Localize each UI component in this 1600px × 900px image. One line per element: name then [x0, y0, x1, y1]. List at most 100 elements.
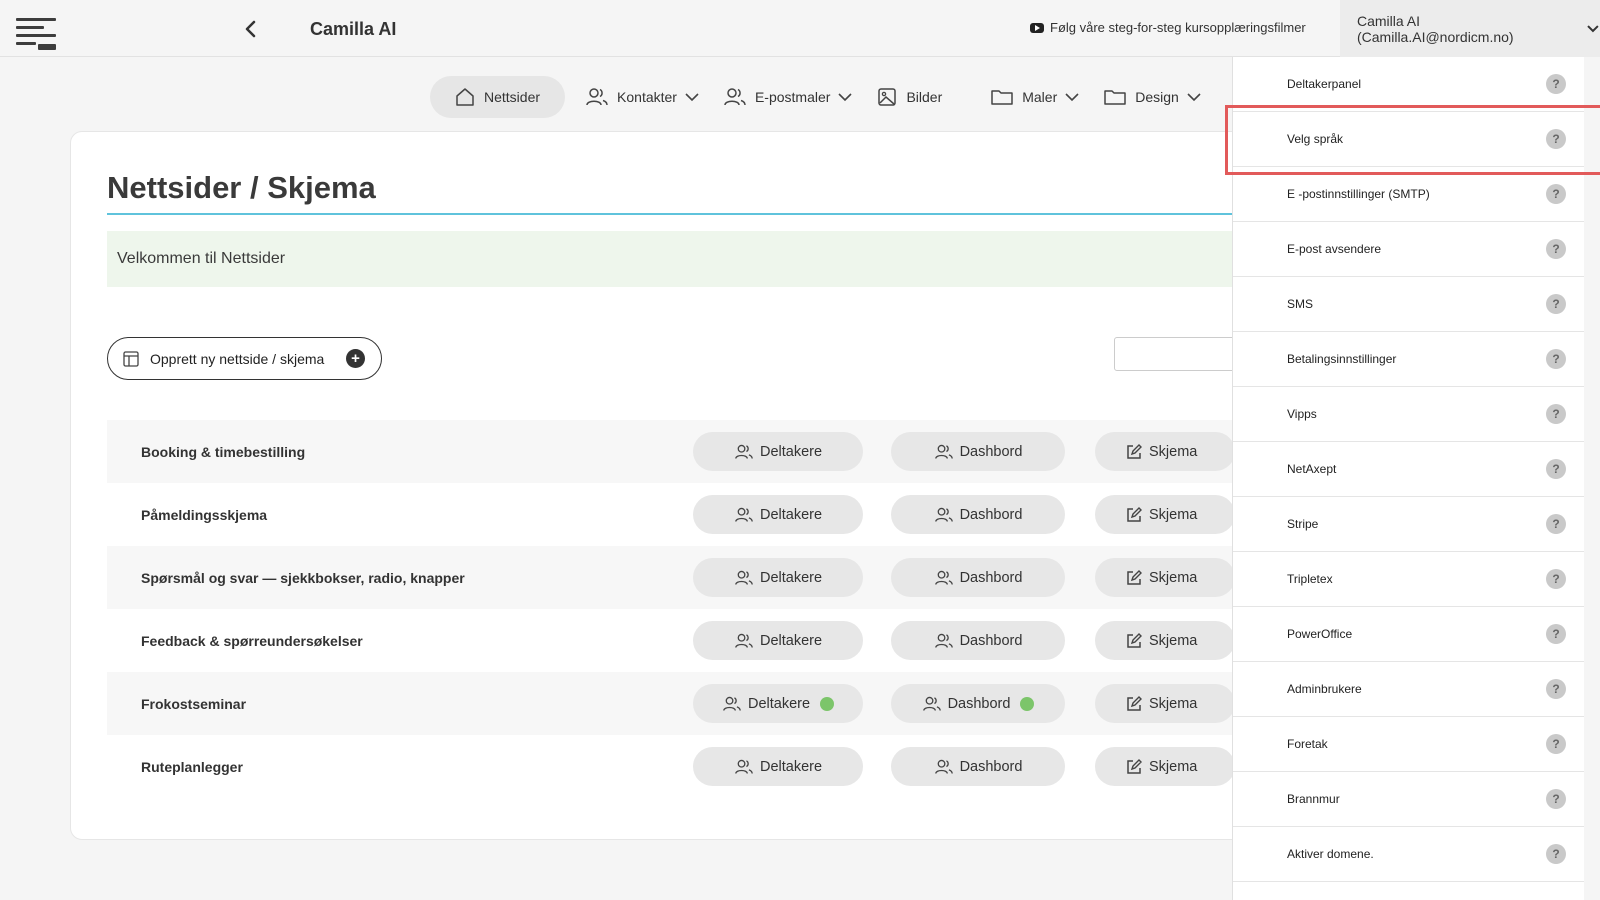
menu-item-label: NetAxept	[1287, 462, 1337, 476]
users-icon	[934, 633, 953, 648]
table-row: Feedback & spørreundersøkelser Deltakere…	[107, 609, 1271, 672]
dashbord-button[interactable]: Dashbord	[891, 621, 1065, 660]
help-icon[interactable]: ?	[1546, 569, 1566, 589]
menu-item-deltakerpanel[interactable]: Deltakerpanel?	[1233, 57, 1584, 112]
nav-nettsider[interactable]: Nettsider	[430, 76, 566, 118]
nav-label: Bilder	[906, 89, 943, 105]
skjema-button[interactable]: Skjema	[1095, 747, 1235, 786]
help-icon[interactable]: ?	[1546, 184, 1566, 204]
menu-item-label: Vipps	[1287, 407, 1317, 421]
menu-item-brannmur[interactable]: Brannmur?	[1233, 772, 1584, 827]
help-icon[interactable]: ?	[1546, 514, 1566, 534]
row-name: Spørsmål og svar — sjekkbokser, radio, k…	[141, 569, 465, 586]
menu-icon[interactable]	[16, 16, 58, 52]
deltakere-button[interactable]: Deltakere	[693, 621, 863, 660]
row-name: Ruteplanlegger	[141, 758, 243, 775]
deltakere-button[interactable]: Deltakere	[693, 684, 863, 723]
help-icon[interactable]: ?	[1546, 294, 1566, 314]
users-icon	[735, 570, 753, 585]
menu-item-smtp[interactable]: E -postinnstillinger (SMTP)?	[1233, 167, 1584, 222]
users-icon	[934, 507, 953, 522]
tutorial-link[interactable]: Følg våre steg-for-steg kursopplæringsfi…	[1030, 20, 1306, 35]
menu-item-netaxept[interactable]: NetAxept?	[1233, 442, 1584, 497]
skjema-button[interactable]: Skjema	[1095, 684, 1235, 723]
help-icon[interactable]: ?	[1546, 349, 1566, 369]
pill-label: Dashbord	[959, 632, 1023, 649]
dashbord-button[interactable]: Dashbord	[891, 432, 1065, 471]
help-icon[interactable]: ?	[1546, 459, 1566, 479]
menu-item-betalingsinnstillinger[interactable]: Betalingsinnstillinger?	[1233, 332, 1584, 387]
tutorial-link-label: Følg våre steg-for-steg kursopplæringsfi…	[1050, 20, 1306, 35]
menu-item-adminbrukere[interactable]: Adminbrukere?	[1233, 662, 1584, 717]
menu-item-vipps[interactable]: Vipps?	[1233, 387, 1584, 442]
help-icon[interactable]: ?	[1546, 844, 1566, 864]
help-icon[interactable]: ?	[1546, 129, 1566, 149]
pill-label: Deltakere	[759, 758, 823, 775]
skjema-button[interactable]: Skjema	[1095, 621, 1235, 660]
app-title: Camilla AI	[310, 19, 397, 39]
users-icon	[723, 696, 741, 711]
menu-item-aktiver-domene[interactable]: Aktiver domene.?	[1233, 827, 1584, 882]
create-page-button[interactable]: Opprett ny nettside / skjema +	[107, 337, 382, 380]
pill-label: Skjema	[1149, 758, 1198, 775]
pill-label: Skjema	[1149, 506, 1198, 523]
help-icon[interactable]: ?	[1546, 239, 1566, 259]
nav-design[interactable]: Design	[1091, 76, 1213, 118]
menu-item-label: E-post avsendere	[1287, 242, 1382, 256]
row-name: Booking & timebestilling	[141, 443, 306, 460]
help-icon[interactable]: ?	[1546, 679, 1566, 699]
skjema-button[interactable]: Skjema	[1095, 495, 1235, 534]
menu-item-velg-sprak[interactable]: Velg språk?	[1233, 112, 1584, 167]
pill-label: Skjema	[1149, 443, 1198, 460]
pill-label: Skjema	[1149, 695, 1198, 712]
table-row: Påmeldingsskjema Deltakere Dashbord Skje…	[107, 483, 1271, 546]
youtube-icon	[1030, 22, 1044, 33]
user-menu-button[interactable]: Camilla AI (Camilla.AI@nordicm.no)	[1340, 0, 1600, 57]
main-nav: Nettsider Kontakter E-postmaler Bilder M…	[430, 76, 1213, 118]
menu-item-sms[interactable]: SMS?	[1233, 277, 1584, 332]
welcome-banner: Velkommen til Nettsider	[107, 231, 1271, 287]
help-icon[interactable]: ?	[1546, 404, 1566, 424]
deltakere-button[interactable]: Deltakere	[693, 747, 863, 786]
dashbord-button[interactable]: Dashbord	[891, 558, 1065, 597]
user-dropdown-menu: Deltakerpanel? Velg språk? E -postinnsti…	[1232, 57, 1584, 900]
back-chevron-icon[interactable]	[240, 17, 262, 41]
menu-item-label: Foretak	[1287, 737, 1328, 751]
pill-label: Dashbord	[959, 506, 1023, 523]
menu-item-tripletex[interactable]: Tripletex?	[1233, 552, 1584, 607]
help-icon[interactable]: ?	[1546, 734, 1566, 754]
menu-item-stripe[interactable]: Stripe?	[1233, 497, 1584, 552]
deltakere-button[interactable]: Deltakere	[693, 495, 863, 534]
menu-item-label: Deltakerpanel	[1287, 77, 1362, 91]
menu-item-foretak[interactable]: Foretak?	[1233, 717, 1584, 772]
pages-list: Booking & timebestilling Deltakere Dashb…	[107, 420, 1271, 798]
main-card: Nettsider / Skjema Velkommen til Nettsid…	[70, 131, 1271, 840]
users-icon	[735, 759, 753, 774]
nav-maler[interactable]: Maler	[978, 76, 1091, 118]
nav-e-postmaler[interactable]: E-postmaler	[711, 76, 864, 118]
dashbord-button[interactable]: Dashbord	[891, 495, 1065, 534]
nav-kontakter[interactable]: Kontakter	[573, 76, 711, 118]
deltakere-button[interactable]: Deltakere	[693, 558, 863, 597]
nav-bilder[interactable]: Bilder	[864, 76, 978, 118]
title-divider	[107, 213, 1271, 215]
help-icon[interactable]: ?	[1546, 624, 1566, 644]
menu-item-label: E -postinnstillinger (SMTP)	[1287, 187, 1430, 201]
menu-item-epost-avsendere[interactable]: E-post avsendere?	[1233, 222, 1584, 277]
edit-icon	[1127, 569, 1142, 585]
page-title: Nettsider / Skjema	[107, 170, 376, 205]
dashbord-button[interactable]: Dashbord	[891, 747, 1065, 786]
pill-label: Deltakere	[747, 695, 811, 712]
dashbord-button[interactable]: Dashbord	[891, 684, 1065, 723]
skjema-button[interactable]: Skjema	[1095, 558, 1235, 597]
help-icon[interactable]: ?	[1546, 789, 1566, 809]
help-icon[interactable]: ?	[1546, 74, 1566, 94]
nav-label: E-postmaler	[754, 89, 831, 105]
deltakere-button[interactable]: Deltakere	[693, 432, 863, 471]
chevron-down-icon	[1587, 24, 1599, 32]
menu-item-poweroffice[interactable]: PowerOffice?	[1233, 607, 1584, 662]
table-row: Booking & timebestilling Deltakere Dashb…	[107, 420, 1271, 483]
chevron-down-icon	[1065, 93, 1079, 102]
skjema-button[interactable]: Skjema	[1095, 432, 1235, 471]
row-name: Påmeldingsskjema	[141, 506, 268, 523]
